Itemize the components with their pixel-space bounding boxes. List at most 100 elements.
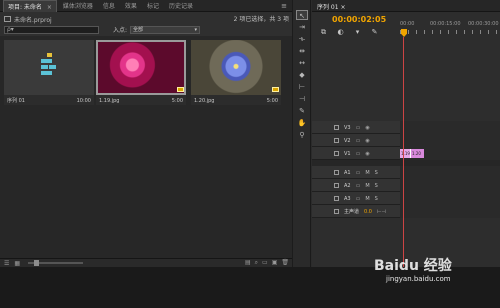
ruler-ticks <box>400 30 500 34</box>
zoom-tool-icon[interactable]: ⚲ <box>296 130 308 140</box>
tab-project[interactable]: 项目: 未命名 × <box>3 0 57 12</box>
tab-info[interactable]: 信息 <box>99 0 119 11</box>
lock-icon[interactable] <box>334 183 339 188</box>
search-input[interactable]: ρ▾ <box>4 25 99 34</box>
mute-button[interactable]: M <box>365 170 369 176</box>
bin-item-image[interactable]: 1.19.jpg 5:00 <box>96 40 186 105</box>
wrench-icon[interactable]: ✎ <box>368 28 381 36</box>
search-icon[interactable]: ⌕ <box>255 259 258 267</box>
timecode-display[interactable]: 00:00:02:05 <box>332 15 386 24</box>
film-icon[interactable]: ▭ <box>356 138 361 144</box>
keyframe-icon[interactable]: ⊢⊣ <box>377 209 386 215</box>
watermark-logo: Baidu 经验 <box>374 258 452 274</box>
film-icon[interactable]: ▭ <box>356 151 361 157</box>
item-name: 1.20.jpg <box>194 98 215 104</box>
project-bottom-toolbar: ☰ ▦ ▤ ⌕ ▭ ▣ 🗑 <box>0 258 292 267</box>
film-icon[interactable]: ▭ <box>356 125 361 131</box>
master-volume-value[interactable]: 0.0 <box>364 209 372 215</box>
add-marker-icon[interactable]: ▾ <box>351 28 364 36</box>
rate-stretch-tool-icon[interactable]: ↔ <box>296 58 308 68</box>
tab-markers[interactable]: 标记 <box>143 0 163 11</box>
speaker-icon[interactable]: ▭ <box>356 170 361 176</box>
tab-effects[interactable]: 效果 <box>121 0 141 11</box>
automate-icon[interactable]: ▤ <box>245 259 251 267</box>
image-thumbnail <box>191 40 281 95</box>
marker-icon[interactable]: ◐ <box>334 28 347 36</box>
tab-media-browser[interactable]: 媒体浏览器 <box>59 0 97 11</box>
track-lane[interactable] <box>400 121 500 134</box>
track-v3: V3 ▭ ◉ <box>312 121 500 134</box>
solo-button[interactable]: S <box>375 183 378 189</box>
panel-menu-icon[interactable]: ≡ <box>281 2 287 10</box>
image-badge-icon <box>177 87 184 92</box>
eye-icon[interactable]: ◉ <box>365 138 369 144</box>
new-item-icon[interactable]: ▣ <box>272 259 278 267</box>
tab-history[interactable]: 历史记录 <box>165 0 197 11</box>
lock-icon[interactable] <box>334 138 339 143</box>
speaker-icon[interactable]: ▭ <box>356 183 361 189</box>
clip[interactable]: 1.20 <box>410 149 424 158</box>
track-lane[interactable] <box>400 134 500 147</box>
slip-tool-icon[interactable]: ⊢ <box>296 82 308 92</box>
lock-icon[interactable] <box>334 170 339 175</box>
bin-item-sequence[interactable]: 序列 01 10:00 <box>4 40 94 105</box>
solo-button[interactable]: S <box>375 196 378 202</box>
chevron-down-icon: ▾ <box>194 26 198 33</box>
track-lane[interactable] <box>400 192 500 205</box>
eye-icon[interactable]: ◉ <box>365 125 369 131</box>
zoom-slider[interactable] <box>28 260 84 266</box>
slide-tool-icon[interactable]: ⊣ <box>296 94 308 104</box>
track-name: V1 <box>344 150 351 157</box>
zoom-slider-knob[interactable] <box>34 260 40 266</box>
time-ruler[interactable]: 00:00 00:00:15:00 00:00:30:00 <box>400 15 500 40</box>
bin-item-image[interactable]: 1.20.jpg 5:00 <box>191 40 281 105</box>
lock-icon[interactable] <box>334 151 339 156</box>
pen-tool-icon[interactable]: ✎ <box>296 106 308 116</box>
sequence-thumbnail <box>4 40 94 95</box>
razor-tool-icon[interactable]: ◆ <box>296 70 308 80</box>
track-a3: A3 ▭ M S <box>312 192 500 205</box>
snap-icon[interactable]: ⧉ <box>317 28 330 36</box>
track-lane[interactable] <box>400 166 500 179</box>
tab-sequence[interactable]: 序列 01 × <box>312 0 500 12</box>
track-lane[interactable] <box>400 179 500 192</box>
track-lane[interactable]: 1.19 1.20 <box>400 147 500 160</box>
hand-tool-icon[interactable]: ✋ <box>296 118 308 128</box>
inpoint-value: 全部 <box>133 26 144 33</box>
item-duration: 5:00 <box>171 98 183 104</box>
ruler-label: 00:00:15:00 <box>430 21 461 27</box>
icon-view-icon[interactable]: ▦ <box>14 260 20 267</box>
mute-button[interactable]: M <box>365 183 369 189</box>
track-header: A3 ▭ M S <box>312 192 399 205</box>
project-panel: 项目: 未命名 × 媒体浏览器 信息 效果 标记 历史记录 ≡ 未命名.prpr… <box>0 0 293 308</box>
track-name: A2 <box>344 182 351 189</box>
watermark-url: jingyan.baidu.com <box>386 275 451 283</box>
track-list: V3 ▭ ◉ V2 ▭ ◉ V1 ▭ ◉ 1.19 1.20 A1 ▭ M S … <box>312 121 500 218</box>
track-select-tool-icon[interactable]: ⇥ <box>296 22 308 32</box>
item-duration: 10:00 <box>76 98 91 104</box>
speaker-icon[interactable]: ▭ <box>356 196 361 202</box>
track-a1: A1 ▭ M S <box>312 166 500 179</box>
track-header: A2 ▭ M S <box>312 179 399 192</box>
close-icon[interactable]: × <box>47 4 52 11</box>
inpoint-select[interactable]: 全部 ▾ <box>130 25 201 34</box>
track-lane[interactable] <box>400 205 500 218</box>
solo-button[interactable]: S <box>375 170 378 176</box>
ripple-edit-tool-icon[interactable]: ⟛ <box>296 34 308 44</box>
track-a2: A2 ▭ M S <box>312 179 500 192</box>
lock-icon[interactable] <box>334 196 339 201</box>
delete-icon[interactable]: 🗑 <box>281 259 289 267</box>
rolling-edit-tool-icon[interactable]: ⇹ <box>296 46 308 56</box>
clip[interactable]: 1.19 <box>400 149 410 158</box>
selection-tool-icon[interactable]: ↖ <box>296 10 308 20</box>
eye-icon[interactable]: ◉ <box>365 151 369 157</box>
ruler-label: 00:00:30:00 <box>468 21 499 27</box>
inpoint-label: 入点: <box>113 27 128 34</box>
new-bin-icon[interactable]: ▭ <box>262 259 268 267</box>
item-name: 1.19.jpg <box>99 98 120 104</box>
lock-icon[interactable] <box>334 209 339 214</box>
list-view-icon[interactable]: ☰ <box>4 260 9 267</box>
lock-icon[interactable] <box>334 125 339 130</box>
track-header: A1 ▭ M S <box>312 166 399 179</box>
mute-button[interactable]: M <box>365 196 369 202</box>
